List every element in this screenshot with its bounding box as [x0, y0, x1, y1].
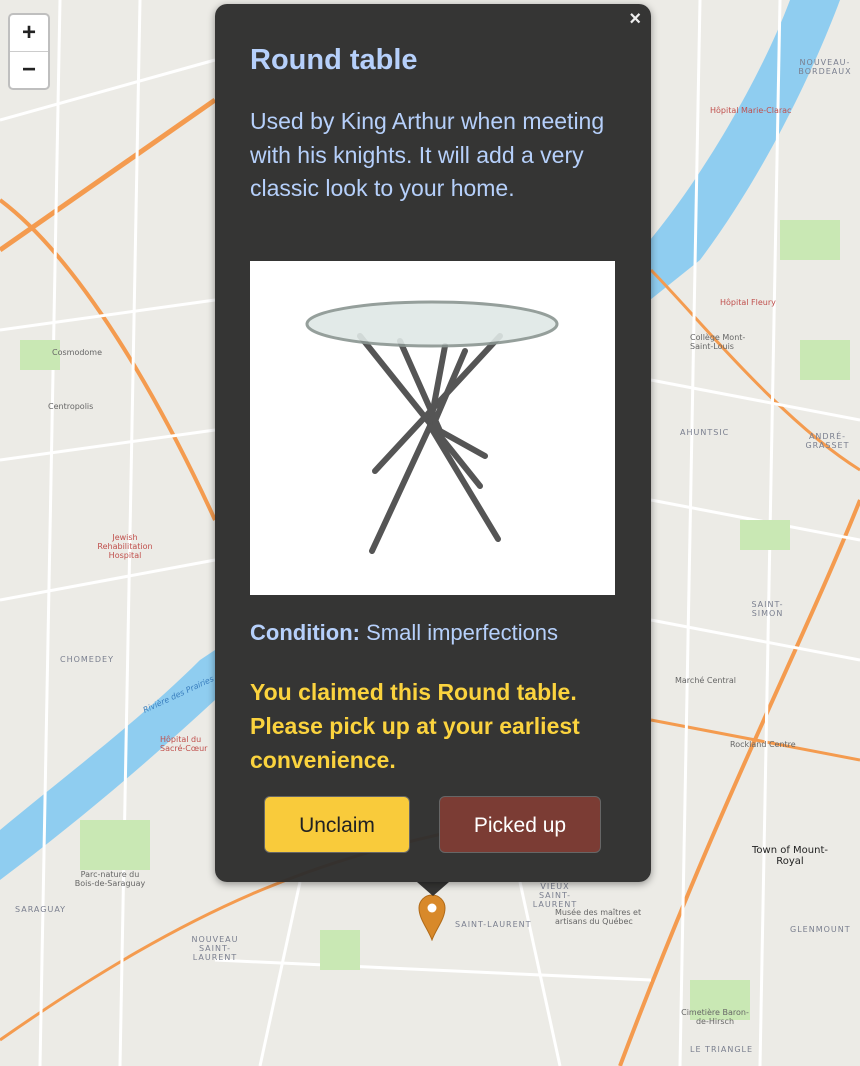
map-label-saraguay: SARAGUAY: [15, 905, 67, 914]
item-photo: [250, 261, 615, 595]
map-label-glenmount: GLENMOUNT: [790, 925, 851, 934]
map-label-cimetiere: Cimetière Baron-de-Hirsch: [681, 1008, 749, 1026]
map-label-nouveau-bordeaux: NOUVEAU-BORDEAUX: [798, 58, 852, 76]
map-label-hopital-fleury: Hôpital Fleury: [720, 298, 776, 307]
map-label-rockland: Rockland Centre: [730, 740, 796, 749]
map-label-saint-simon: SAINT-SIMON: [751, 600, 784, 618]
popup-tip: [417, 882, 449, 896]
map-label-parc-saraguay: Parc-nature du Bois-de-Saraguay: [74, 870, 146, 888]
map-label-hopital-marie-clarac: Hôpital Marie-Clarac: [710, 106, 792, 115]
unclaim-button[interactable]: Unclaim: [264, 796, 410, 853]
map-label-marche-central: Marché Central: [675, 676, 736, 685]
item-title: Round table: [250, 44, 418, 76]
item-description: Used by King Arthur when meeting with hi…: [250, 108, 605, 201]
map-label-mount-royal: Town of Mount-Royal: [752, 845, 828, 867]
item-condition: Condition: Small imperfections: [250, 620, 558, 646]
map-label-musee: Musée des maîtres et artisans du Québec: [555, 908, 642, 926]
map-label-hopital-sacre-coeur: Hôpital du Sacré-Cœur: [160, 735, 208, 753]
zoom-out-button[interactable]: −: [10, 51, 48, 88]
zoom-in-button[interactable]: +: [10, 15, 48, 51]
condition-value: Small imperfections: [366, 620, 559, 645]
zoom-controls: + −: [8, 13, 50, 90]
map-marker-icon[interactable]: [418, 893, 446, 941]
map-label-college: Collège Mont-Saint-Louis: [690, 333, 746, 351]
map-label-ahuntsic: AHUNTSIC: [680, 428, 730, 437]
claimed-message: You claimed this Round table. Please pic…: [250, 679, 580, 773]
item-popup: × Round table Used by King Arthur when m…: [215, 4, 651, 882]
map-label-nouveau-saint-laurent: NOUVEAU SAINT-LAURENT: [191, 935, 239, 962]
map-label-centropolis: Centropolis: [48, 402, 94, 411]
map-label-saint-laurent: SAINT-LAURENT: [455, 920, 532, 929]
map-label-andre-grasset: ANDRÉ-GRASSET: [805, 432, 850, 450]
map-label-vieux-saint-laurent: VIEUX SAINT-LAURENT: [532, 882, 578, 909]
condition-label: Condition:: [250, 620, 360, 645]
map-label-chomedey: CHOMEDEY: [60, 655, 114, 664]
map-label-le-triangle: LE TRIANGLE: [690, 1045, 754, 1054]
picked-up-button[interactable]: Picked up: [439, 796, 601, 853]
map-label-jewish-hospital: Jewish Rehabilitation Hospital: [97, 533, 153, 560]
map-label-cosmodome: Cosmodome: [52, 348, 103, 357]
close-icon[interactable]: ×: [629, 8, 641, 31]
